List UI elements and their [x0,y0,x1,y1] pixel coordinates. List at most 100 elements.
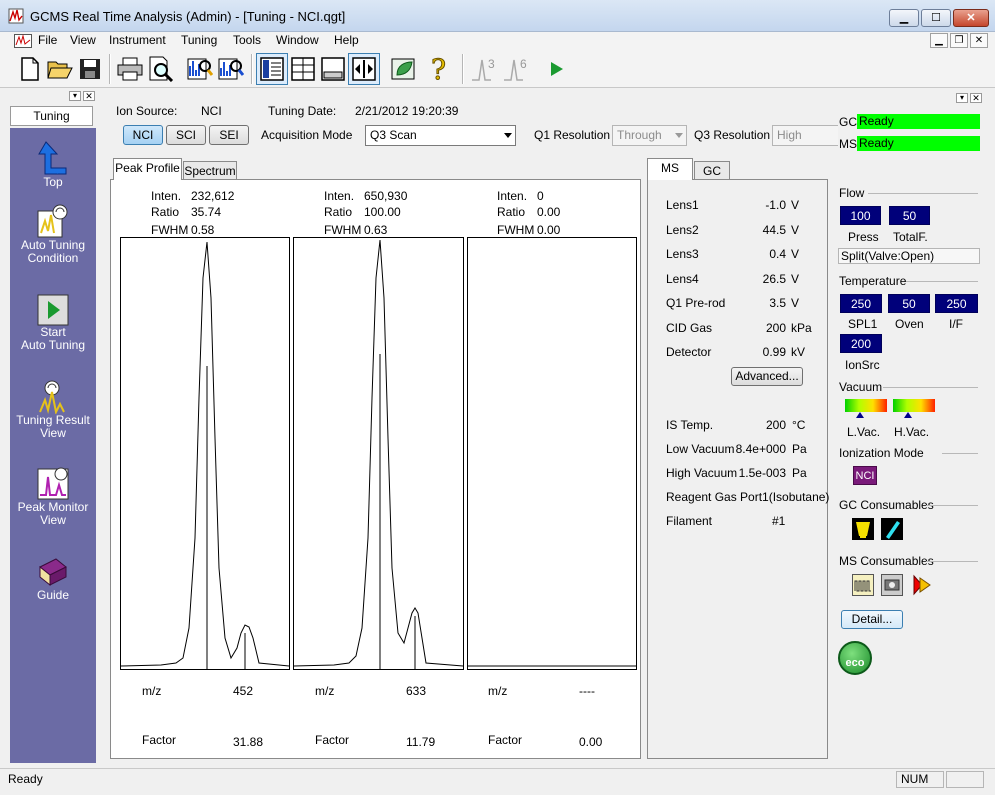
q1-resolution-label: Q1 Resolution [534,128,611,142]
nav-auto-tuning-condition[interactable]: Auto Tuning Condition [10,203,96,265]
menu-help[interactable]: Help [334,33,359,47]
mdi-restore-button[interactable]: ❐ [950,33,968,48]
num-lock-indicator: NUM [896,771,944,788]
peak2-fwhm-label: FWHM [324,223,362,237]
ms-param-value: 0.99 [762,345,786,359]
nav-tuning-result-view[interactable]: Tuning Result View [10,378,96,440]
nav-body: Top Auto Tuning Condition Start Auto Tun… [10,128,96,763]
ms-status-value: Ready [857,136,980,151]
q3-resolution-select[interactable]: High [772,125,838,146]
acq-mode-value: Q3 Scan [370,128,417,142]
mdi-close-button[interactable]: ✕ [970,33,988,48]
run-button[interactable] [541,53,573,85]
ion-sci-button[interactable]: SCI [166,125,206,145]
layout-left-pane-icon [260,57,284,81]
layout-vertical-button[interactable] [256,53,288,85]
ion-nci-button[interactable]: NCI [123,125,163,145]
gc-column-icon[interactable] [881,518,903,540]
peak-search-button[interactable] [215,53,247,85]
divider [926,505,978,506]
detail-button[interactable]: Detail... [841,610,903,629]
peak3-ratio-value: 0.00 [537,205,561,219]
peak2-curve [293,239,464,669]
new-button[interactable] [14,53,46,85]
tab-peak-profile[interactable]: Peak Profile [113,158,182,180]
nav-start-auto-tuning[interactable]: Start Auto Tuning [10,290,96,352]
spl1-temp-value: 250 [840,294,882,313]
menu-tools[interactable]: Tools [233,33,261,47]
peak3-button[interactable]: 3 [470,53,502,85]
ms-status-unit: °C [792,418,806,432]
tuning-navigation-panel: ▾ ✕ Tuning Top Auto Tuning Condition Sta… [7,88,96,765]
help-button[interactable]: ? [423,53,455,85]
peak1-ratio-label: Ratio [151,205,180,219]
print-button[interactable] [114,53,146,85]
monitor-button[interactable] [388,53,420,85]
tuning-result-icon [10,378,96,414]
ms-ion-source-icon[interactable] [881,574,903,596]
ms-param-unit: V [791,247,800,261]
peak3-ratio-label: Ratio [497,205,526,219]
ms-status-unit: Pa [792,466,807,480]
peak3-inten-value: 0 [537,189,544,203]
menu-file[interactable]: File [38,33,57,47]
ionization-mode-title: Ionization Mode [839,446,924,460]
minimize-button[interactable]: ▁ [889,9,919,27]
menu-window[interactable]: Window [276,33,319,47]
save-button[interactable] [74,53,106,85]
menu-tuning[interactable]: Tuning [181,33,217,47]
layout-bottom-button[interactable] [317,53,349,85]
close-button[interactable]: ✕ [953,9,989,27]
tab-spectrum[interactable]: Spectrum [183,161,237,181]
peak1-inten-value: 232,612 [191,189,235,203]
peak1-mz-label: m/z [142,684,162,698]
panel-tab-tuning[interactable]: Tuning [10,106,93,126]
nav-guide[interactable]: Guide [10,553,96,602]
ms-pump-icon[interactable] [910,574,934,596]
nav-top[interactable]: Top [10,140,96,189]
peak6-button[interactable]: 6 [502,53,534,85]
peak3-inten-label: Inten. [497,189,528,203]
window-title: GCMS Real Time Analysis (Admin) - [Tunin… [30,9,346,24]
tab-gc[interactable]: GC [694,161,730,181]
close-icon: ✕ [966,12,976,24]
ms-status-label: MS [839,137,857,151]
status-panel-menu-button[interactable]: ▾ [956,93,968,103]
menu-view[interactable]: View [70,33,96,47]
expand-view-button[interactable] [348,53,380,85]
gc-status-label: GC [839,115,857,129]
divider [868,193,978,194]
panel-menu-button[interactable]: ▾ [69,91,81,101]
print-preview-button[interactable] [145,53,177,85]
peak1-profile-plot [120,237,290,670]
gc-liner-icon[interactable] [852,518,874,540]
nav-peak-monitor-view[interactable]: Peak Monitor View [10,465,96,527]
layout-horizontal-button[interactable] [287,53,319,85]
tab-ms[interactable]: MS [647,158,693,180]
advanced-button[interactable]: Advanced... [731,367,803,386]
start-play-icon [10,290,96,326]
spectrum-search-button[interactable] [184,53,216,85]
peak3-factor-value: 0.00 [579,735,603,749]
acq-mode-select[interactable]: Q3 Scan [365,125,516,146]
panel-close-button[interactable]: ✕ [83,91,95,101]
q1-resolution-select[interactable]: Through [612,125,687,146]
eco-mode-icon[interactable]: eco [838,641,872,675]
divider [926,561,978,562]
ion-sei-button[interactable]: SEI [209,125,249,145]
divider [883,387,978,388]
ms-filament-icon[interactable] [852,574,874,596]
help-question-icon: ? [431,55,447,83]
svg-text:?: ? [431,55,446,83]
press-value: 100 [840,206,881,225]
status-panel-close-button[interactable]: ✕ [970,93,982,103]
mdi-minimize-button[interactable]: ▁ [930,33,948,48]
document-icon[interactable] [14,34,32,48]
toolbar-separator [462,54,464,84]
filament-value: #1 [772,514,786,528]
open-button[interactable] [44,53,76,85]
maximize-button[interactable]: ☐ [921,9,951,27]
peak1-factor-label: Factor [142,733,177,747]
peak2-factor-label: Factor [315,733,350,747]
menu-instrument[interactable]: Instrument [109,33,166,47]
